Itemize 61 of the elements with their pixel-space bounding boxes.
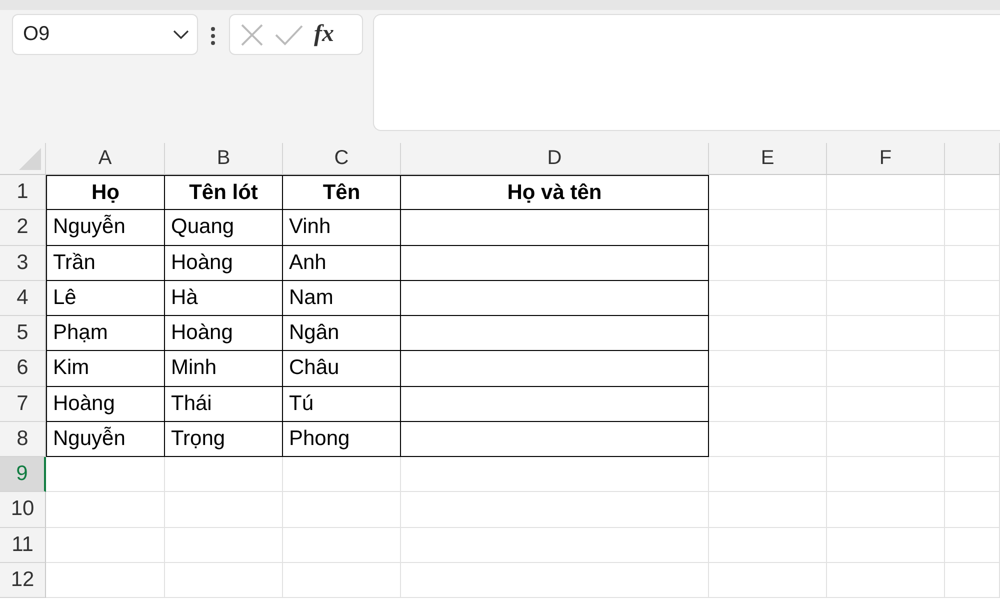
column-header[interactable]: E <box>709 143 827 175</box>
triangle-icon <box>19 148 41 170</box>
row-header[interactable]: 7 <box>0 386 46 422</box>
row-header[interactable]: 5 <box>0 316 46 352</box>
table-cell[interactable]: Phạm <box>46 316 165 352</box>
column-header[interactable]: D <box>401 143 709 175</box>
empty-cell[interactable] <box>401 280 709 316</box>
table-cell[interactable]: Minh <box>165 351 283 386</box>
formula-input[interactable] <box>373 14 1000 131</box>
more-options-icon[interactable] <box>211 27 215 45</box>
table-cell[interactable]: Anh <box>283 246 401 281</box>
table-cell[interactable]: Tú <box>283 386 401 422</box>
row-header[interactable]: 11 <box>0 528 46 563</box>
table-cell[interactable]: Phong <box>283 422 401 457</box>
column-header[interactable]: F <box>827 143 945 175</box>
column-header[interactable]: B <box>165 143 283 175</box>
row-header[interactable]: 8 <box>0 422 46 457</box>
empty-cell[interactable] <box>401 246 709 281</box>
table-cell[interactable]: Tên <box>283 175 401 210</box>
row-header[interactable]: 2 <box>0 210 46 246</box>
row-header[interactable]: 6 <box>0 351 46 386</box>
close-icon[interactable] <box>240 22 264 46</box>
table-cell[interactable]: Vinh <box>283 210 401 246</box>
table-cell[interactable]: Kim <box>46 351 165 386</box>
row-header[interactable]: 1 <box>0 175 46 210</box>
table-cell[interactable]: Trọng <box>165 422 283 457</box>
column-header[interactable]: A <box>46 143 165 175</box>
row-header[interactable]: 10 <box>0 492 46 528</box>
column-header[interactable]: C <box>283 143 401 175</box>
checkmark-icon[interactable] <box>274 24 304 46</box>
name-box[interactable]: O9 <box>12 14 198 55</box>
table-cell[interactable]: Họ và tên <box>401 175 709 210</box>
table-cell[interactable]: Nguyễn <box>46 422 165 457</box>
empty-cell[interactable] <box>401 386 709 422</box>
table-cell[interactable]: Tên lót <box>165 175 283 210</box>
table-cell[interactable]: Quang <box>165 210 283 246</box>
table-cell[interactable]: Hoàng <box>165 316 283 352</box>
row-header[interactable]: 12 <box>0 562 46 598</box>
table-cell[interactable]: Châu <box>283 351 401 386</box>
row-header[interactable]: 4 <box>0 280 46 316</box>
table-cell[interactable]: Hà <box>165 280 283 316</box>
table-cell[interactable]: Nam <box>283 280 401 316</box>
table-cell[interactable]: Hoàng <box>165 246 283 281</box>
table-cell[interactable]: Hoàng <box>46 386 165 422</box>
cell-reference: O9 <box>23 23 50 46</box>
row-header[interactable]: 9 <box>0 457 46 492</box>
empty-cell[interactable] <box>401 210 709 246</box>
empty-cell[interactable] <box>401 316 709 352</box>
empty-cell[interactable] <box>401 351 709 386</box>
empty-cell[interactable] <box>401 422 709 457</box>
table-cell[interactable]: Nguyễn <box>46 210 165 246</box>
table-cell[interactable]: Thái <box>165 386 283 422</box>
table-cell[interactable]: Họ <box>46 175 165 210</box>
insert-function-button[interactable]: fx <box>314 21 334 48</box>
chevron-down-icon[interactable] <box>173 30 189 40</box>
table-cell[interactable]: Lê <box>46 280 165 316</box>
row-header[interactable]: 3 <box>0 246 46 281</box>
select-all-button[interactable] <box>0 143 46 175</box>
column-header[interactable] <box>945 143 1000 175</box>
table-cell[interactable]: Trần <box>46 246 165 281</box>
table-cell[interactable]: Ngân <box>283 316 401 352</box>
